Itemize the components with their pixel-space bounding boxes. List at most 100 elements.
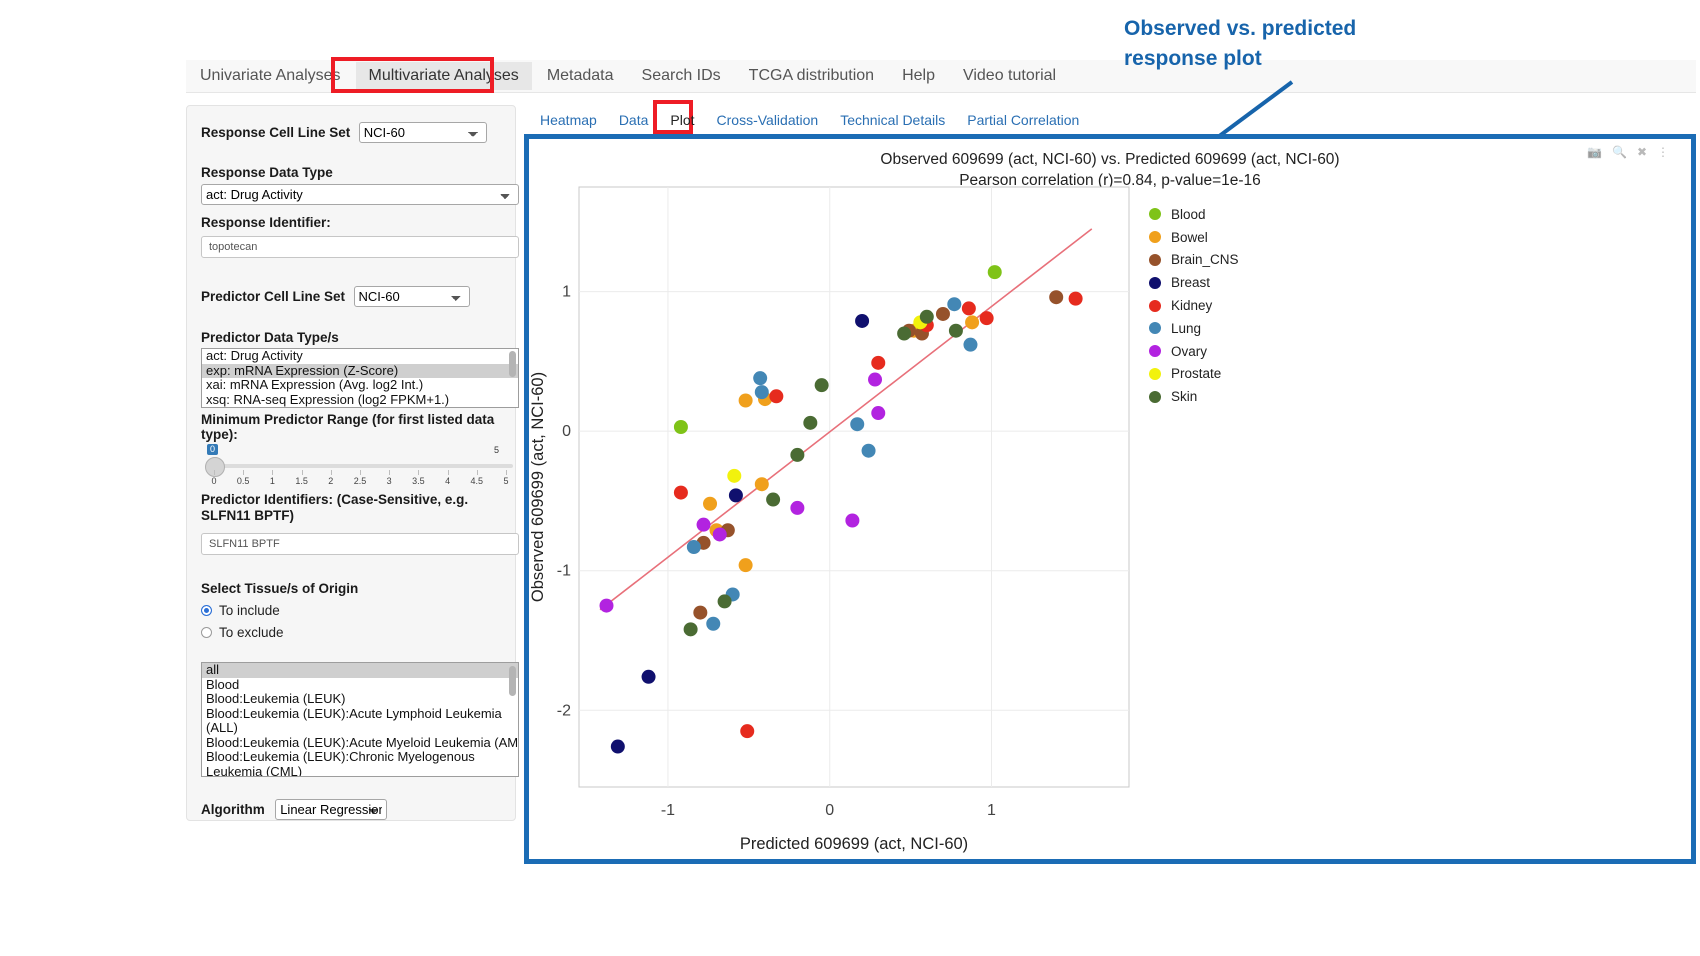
- scatter-point[interactable]: [1069, 292, 1083, 306]
- scatter-point[interactable]: [1049, 290, 1063, 304]
- legend-label: Skin: [1171, 389, 1197, 404]
- predictor-identifiers-input[interactable]: [201, 533, 519, 555]
- annotation-observed-vs-predicted: Observed vs. predicted response plot: [1124, 14, 1454, 74]
- nav-item-univariate-analyses[interactable]: Univariate Analyses: [187, 62, 354, 90]
- scatter-point[interactable]: [868, 373, 882, 387]
- scatter-point[interactable]: [965, 315, 979, 329]
- nav-item-metadata[interactable]: Metadata: [534, 62, 627, 90]
- subtab-cross-validation[interactable]: Cross-Validation: [717, 112, 819, 128]
- minimum-predictor-range-slider[interactable]: 0 5 00.511.522.533.544.55: [201, 444, 501, 490]
- scatter-point[interactable]: [753, 371, 767, 385]
- legend-row[interactable]: Skin: [1149, 385, 1239, 408]
- scatter-point[interactable]: [739, 393, 753, 407]
- legend-row[interactable]: Prostate: [1149, 363, 1239, 386]
- scatter-point[interactable]: [740, 724, 754, 738]
- subtab-plot[interactable]: Plot: [670, 112, 694, 128]
- nav-item-tcga-distribution[interactable]: TCGA distribution: [736, 62, 887, 90]
- scatter-point[interactable]: [988, 265, 1002, 279]
- scatter-point[interactable]: [729, 488, 743, 502]
- legend-row[interactable]: Lung: [1149, 317, 1239, 340]
- legend-row[interactable]: Bowel: [1149, 226, 1239, 249]
- radio-to-include[interactable]: To include: [201, 603, 501, 618]
- scatter-point[interactable]: [790, 448, 804, 462]
- scatter-point[interactable]: [718, 594, 732, 608]
- nav-item-help[interactable]: Help: [889, 62, 948, 90]
- scatter-point[interactable]: [962, 301, 976, 315]
- legend-row[interactable]: Brain_CNS: [1149, 249, 1239, 272]
- algorithm-label: Algorithm: [201, 802, 265, 817]
- scatter-plot-canvas[interactable]: 10-1-2-101Predicted 609699 (act, NCI-60)…: [529, 139, 1691, 859]
- response-data-type-select[interactable]: act: Drug Activity: [201, 184, 519, 205]
- listbox-option[interactable]: Blood:Leukemia (LEUK):Acute Myeloid Leuk…: [202, 736, 518, 751]
- listbox-option[interactable]: xsq: RNA-seq Expression (log2 FPKM+1.): [202, 393, 518, 408]
- listbox-option[interactable]: act: Drug Activity: [202, 349, 518, 364]
- nav-item-multivariate-analyses[interactable]: Multivariate Analyses: [356, 62, 532, 90]
- listbox-option[interactable]: Blood:Leukemia (LEUK):Acute Lymphoid Leu…: [202, 707, 518, 736]
- listbox-option[interactable]: Blood:Leukemia (LEUK):Chronic Myelogenou…: [202, 750, 518, 777]
- scatter-point[interactable]: [600, 599, 614, 613]
- listbox-option-selected[interactable]: exp: mRNA Expression (Z-Score): [202, 364, 518, 379]
- scatter-point[interactable]: [936, 307, 950, 321]
- scatter-point[interactable]: [755, 385, 769, 399]
- radio-button-icon[interactable]: [201, 605, 212, 616]
- listbox-option[interactable]: Blood:Leukemia (LEUK): [202, 692, 518, 707]
- scatter-point[interactable]: [790, 501, 804, 515]
- subtab-partial-correlation[interactable]: Partial Correlation: [967, 112, 1079, 128]
- scatter-point[interactable]: [815, 378, 829, 392]
- scatter-point[interactable]: [980, 311, 994, 325]
- slider-track[interactable]: [209, 464, 513, 468]
- scatter-point[interactable]: [947, 297, 961, 311]
- subtab-data[interactable]: Data: [619, 112, 649, 128]
- scatter-point[interactable]: [684, 622, 698, 636]
- scatter-point[interactable]: [855, 314, 869, 328]
- predictor-data-types-listbox[interactable]: act: Drug Activity exp: mRNA Expression …: [201, 348, 519, 408]
- listbox-scrollbar-thumb[interactable]: [509, 351, 516, 377]
- scatter-point[interactable]: [963, 338, 977, 352]
- subtab-heatmap[interactable]: Heatmap: [540, 112, 597, 128]
- scatter-point[interactable]: [687, 540, 701, 554]
- scatter-point[interactable]: [845, 513, 859, 527]
- subtab-technical-details[interactable]: Technical Details: [840, 112, 945, 128]
- scatter-point[interactable]: [897, 327, 911, 341]
- scatter-point[interactable]: [706, 617, 720, 631]
- listbox-option[interactable]: Blood: [202, 678, 518, 693]
- legend-row[interactable]: Breast: [1149, 271, 1239, 294]
- scatter-point[interactable]: [755, 477, 769, 491]
- listbox-option[interactable]: xai: mRNA Expression (Avg. log2 Int.): [202, 378, 518, 393]
- nav-item-video-tutorial[interactable]: Video tutorial: [950, 62, 1069, 90]
- nav-item-search-ids[interactable]: Search IDs: [629, 62, 734, 90]
- scatter-point[interactable]: [850, 417, 864, 431]
- scatter-point[interactable]: [693, 606, 707, 620]
- legend-row[interactable]: Ovary: [1149, 340, 1239, 363]
- scatter-point[interactable]: [949, 324, 963, 338]
- scatter-point[interactable]: [674, 420, 688, 434]
- scatter-point[interactable]: [697, 518, 711, 532]
- scatter-point[interactable]: [862, 444, 876, 458]
- legend-row[interactable]: Blood: [1149, 203, 1239, 226]
- response-cell-line-set-label: Response Cell Line Set: [201, 125, 350, 140]
- scatter-point[interactable]: [642, 670, 656, 684]
- scatter-point[interactable]: [871, 356, 885, 370]
- scatter-point[interactable]: [674, 486, 688, 500]
- scatter-point[interactable]: [739, 558, 753, 572]
- scatter-point[interactable]: [727, 469, 741, 483]
- scatter-point[interactable]: [803, 416, 817, 430]
- tissue-listbox[interactable]: all Blood Blood:Leukemia (LEUK) Blood:Le…: [201, 662, 519, 777]
- response-identifier-input[interactable]: [201, 236, 519, 258]
- radio-button-icon[interactable]: [201, 627, 212, 638]
- response-cell-line-set-select[interactable]: NCI-60: [359, 122, 487, 143]
- scatter-point[interactable]: [769, 389, 783, 403]
- scatter-point[interactable]: [920, 310, 934, 324]
- listbox-scrollbar-thumb[interactable]: [509, 666, 516, 696]
- radio-to-exclude[interactable]: To exclude: [201, 625, 501, 640]
- predictor-cell-line-set-select[interactable]: NCI-60: [354, 286, 470, 307]
- legend-row[interactable]: Kidney: [1149, 294, 1239, 317]
- scatter-point[interactable]: [766, 493, 780, 507]
- algorithm-select[interactable]: Linear Regression: [275, 799, 387, 820]
- radio-to-include-label: To include: [219, 603, 280, 618]
- listbox-option-selected[interactable]: all: [202, 663, 518, 678]
- scatter-point[interactable]: [703, 497, 717, 511]
- scatter-point[interactable]: [871, 406, 885, 420]
- scatter-point[interactable]: [713, 527, 727, 541]
- scatter-point[interactable]: [611, 740, 625, 754]
